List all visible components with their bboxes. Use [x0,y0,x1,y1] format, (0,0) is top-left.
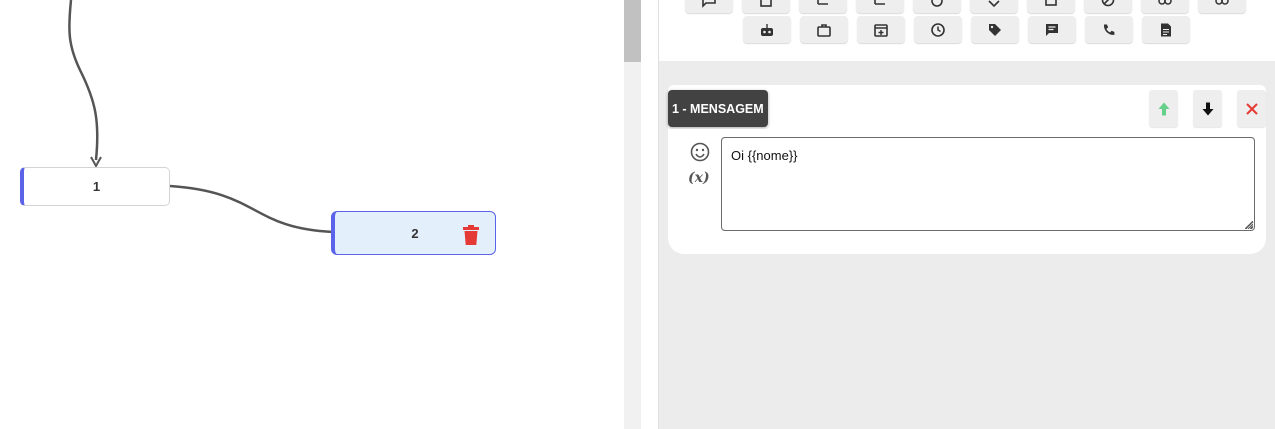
branch-icon[interactable] [856,0,904,13]
block-editor-panel: 1 - MENSAGEM (x) Oi {{nome}} [658,0,1275,429]
insert-variable-button[interactable]: (x) [688,170,710,186]
scrollbar-thumb[interactable] [624,0,641,62]
message-icon[interactable] [1028,16,1076,43]
delete-trash-icon[interactable] [461,224,481,246]
panel-gutter [641,0,658,429]
phone-icon[interactable] [1085,16,1133,43]
block-title-chip[interactable]: 1 - MENSAGEM [668,90,768,127]
link-icon[interactable] [1198,0,1246,13]
document-icon[interactable] [742,0,790,13]
edge-incoming [68,0,99,161]
remove-block-button[interactable] [1237,90,1266,127]
chat-bubble-icon[interactable] [685,0,733,13]
code-doc-icon[interactable] [1027,0,1075,13]
edges-layer [68,0,334,234]
flow-node-2[interactable]: 2 [331,211,496,255]
block-header: 1 - MENSAGEM [668,85,1266,131]
block-icon[interactable] [1084,0,1132,13]
clock-icon[interactable] [914,16,962,43]
flow-node-1[interactable]: 1 [20,167,170,206]
arrow-up-icon [1158,102,1169,115]
robot-icon[interactable] [743,16,791,43]
edge-1-to-2 [169,184,334,234]
block-body: (x) Oi {{nome}} [668,129,1266,254]
move-down-button[interactable] [1193,90,1222,127]
emoji-picker-icon[interactable] [689,141,711,163]
node-label: 1 [92,179,101,194]
briefcase-icon[interactable] [800,16,848,43]
link-icon[interactable] [1141,0,1189,13]
tag-icon[interactable] [971,16,1019,43]
move-up-button[interactable] [1149,90,1178,127]
block-toolbar [659,0,1275,61]
note-icon[interactable] [1142,16,1190,43]
calendar-add-icon[interactable] [857,16,905,43]
canvas-scrollbar[interactable] [624,0,641,429]
close-icon [1245,102,1258,115]
timer-icon[interactable] [913,0,961,13]
resize-handle-icon[interactable] [1245,221,1253,229]
tag-outline-icon[interactable] [970,0,1018,13]
flow-canvas[interactable]: 1 2 [0,0,624,429]
message-textarea[interactable]: Oi {{nome}} [721,137,1255,231]
branch-icon[interactable] [799,0,847,13]
message-block-card: 1 - MENSAGEM (x) Oi {{nome}} [668,85,1266,254]
arrow-down-icon [1202,102,1213,115]
